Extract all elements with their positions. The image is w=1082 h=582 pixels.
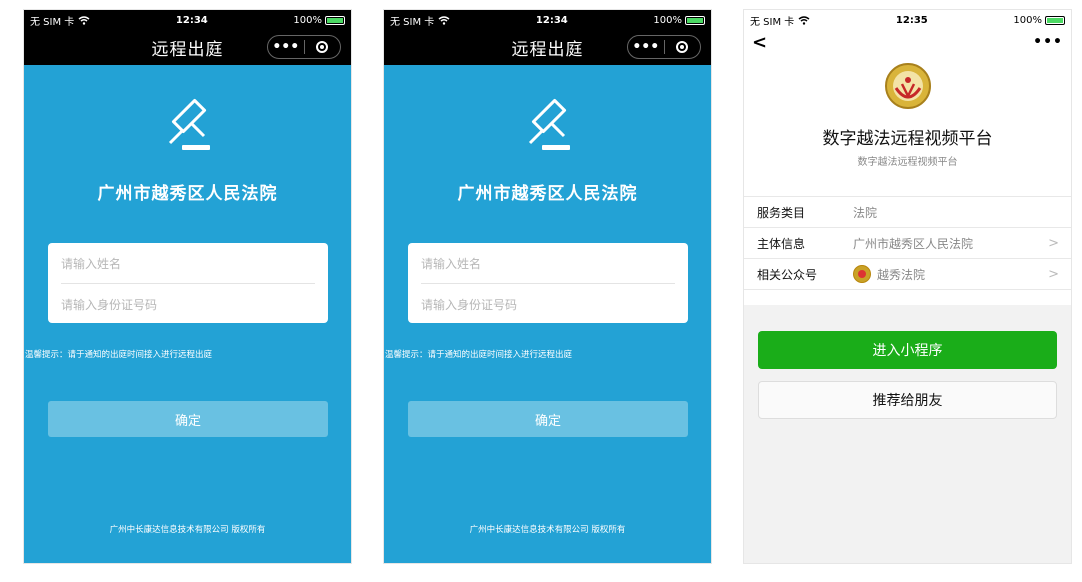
app-name: 数字越法远程视频平台 (822, 129, 993, 149)
back-icon[interactable]: < (752, 32, 767, 53)
login-form: 请输入姓名 请输入身份证号码 (408, 243, 688, 323)
row-label: 服务类目 (757, 205, 806, 220)
account-avatar (853, 265, 871, 283)
battery-percent: 100% (293, 14, 322, 26)
wifi-icon (78, 15, 90, 25)
name-input[interactable]: 请输入姓名 (61, 243, 315, 283)
nav-bar: 远程出庭 ••• (24, 30, 351, 65)
court-name: 广州市越秀区人民法院 (457, 184, 638, 204)
target-icon (316, 41, 329, 53)
wifi-icon (798, 15, 810, 25)
status-bar: 无 SIM 卡 12:35 100% (744, 10, 1071, 30)
emblem-icon (885, 63, 931, 109)
clock: 12:35 (895, 14, 928, 26)
more-icon[interactable]: ••• (1033, 34, 1063, 50)
row-value: 广州市越秀区人民法院 (853, 236, 974, 251)
more-icon[interactable]: ••• (628, 39, 664, 55)
login-form: 请输入姓名 请输入身份证号码 (48, 243, 328, 323)
court-login-body: 广州市越秀区人民法院 请输入姓名 请输入身份证号码 温馨提示：请于通知的出庭时间… (24, 65, 351, 563)
name-input[interactable]: 请输入姓名 (421, 243, 675, 283)
wifi-icon (438, 15, 450, 25)
nav-bar: 远程出庭 ••• (384, 30, 711, 65)
page-title: 远程出庭 (511, 40, 584, 60)
battery-percent: 100% (653, 14, 682, 26)
chevron-right-icon: > (1048, 266, 1059, 282)
phone-screen-2: 无 SIM 卡 12:34 100% 远程出庭 ••• 广州市越秀区人民法院 请… (383, 9, 712, 564)
mini-program-capsule: ••• (267, 35, 341, 59)
page-title: 远程出庭 (151, 40, 224, 60)
mini-program-profile-screen: 无 SIM 卡 12:35 100% < ••• 数字越法远程视频平台 数字越法… (743, 9, 1072, 564)
confirm-button[interactable]: 确定 (48, 401, 328, 437)
copyright-text: 广州中长康达信息技术有限公司 版权所有 (469, 525, 626, 535)
court-login-body: 广州市越秀区人民法院 请输入姓名 请输入身份证号码 温馨提示：请于通知的出庭时间… (384, 65, 711, 563)
status-bar: 无 SIM 卡 12:34 100% (24, 10, 351, 30)
gavel-icon (168, 98, 210, 150)
clock: 12:34 (175, 14, 208, 26)
status-bar: 无 SIM 卡 12:34 100% (384, 10, 711, 30)
confirm-button[interactable]: 确定 (408, 401, 688, 437)
close-target-button[interactable] (665, 41, 701, 53)
reminder-text: 温馨提示：请于通知的出庭时间接入进行远程出庭 (25, 350, 213, 360)
clock: 12:34 (535, 14, 568, 26)
target-icon (676, 41, 689, 53)
entity-info-row[interactable]: 主体信息 广州市越秀区人民法院 > (744, 228, 1071, 259)
battery-icon (324, 15, 345, 25)
copyright-text: 广州中长康达信息技术有限公司 版权所有 (109, 525, 266, 535)
carrier-label: 无 SIM 卡 (30, 16, 75, 28)
carrier-label: 无 SIM 卡 (750, 16, 795, 28)
more-icon[interactable]: ••• (268, 39, 304, 55)
row-value: 法院 (853, 205, 878, 220)
app-description: 数字越法远程视频平台 (857, 157, 958, 168)
row-label: 主体信息 (757, 236, 806, 251)
mini-program-capsule: ••• (627, 35, 701, 59)
info-list: 服务类目 法院 主体信息 广州市越秀区人民法院 > 相关公众号 越秀法院 > (744, 196, 1071, 290)
carrier-label: 无 SIM 卡 (390, 16, 435, 28)
chevron-right-icon: > (1048, 235, 1059, 251)
battery-percent: 100% (1013, 14, 1042, 26)
phone-screen-1: 无 SIM 卡 12:34 100% 远程出庭 ••• 广州市越秀区人民法院 请… (23, 9, 352, 564)
gavel-icon (528, 98, 570, 150)
recommend-to-friend-button[interactable]: 推荐给朋友 (758, 381, 1057, 419)
id-number-input[interactable]: 请输入身份证号码 (421, 283, 675, 324)
court-name: 广州市越秀区人民法院 (97, 184, 278, 204)
id-number-input[interactable]: 请输入身份证号码 (61, 283, 315, 324)
battery-icon (1044, 15, 1065, 25)
enter-mini-program-button[interactable]: 进入小程序 (758, 331, 1057, 369)
official-account-row[interactable]: 相关公众号 越秀法院 > (744, 259, 1071, 290)
row-label: 相关公众号 (757, 267, 818, 282)
service-category-row: 服务类目 法院 (744, 197, 1071, 228)
row-value: 越秀法院 (877, 267, 926, 282)
close-target-button[interactable] (305, 41, 341, 53)
nav-bar: < ••• (744, 30, 1071, 54)
reminder-text: 温馨提示：请于通知的出庭时间接入进行远程出庭 (385, 350, 573, 360)
battery-icon (684, 15, 705, 25)
